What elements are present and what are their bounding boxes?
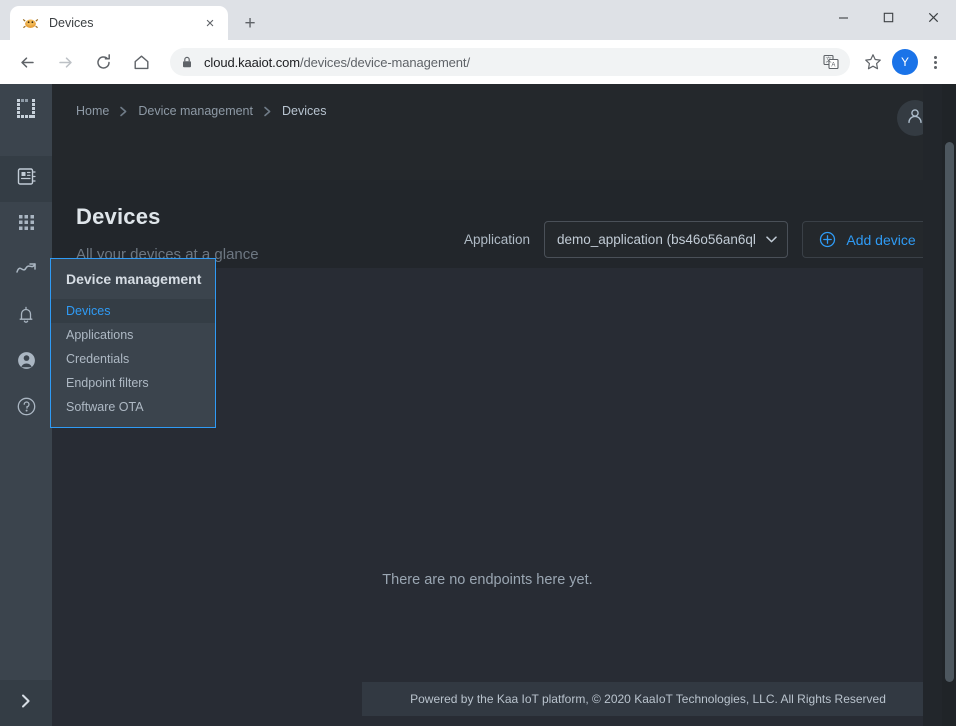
star-icon[interactable] bbox=[860, 49, 886, 75]
app-header: Home Device management Devices bbox=[52, 84, 956, 180]
minimize-button[interactable] bbox=[821, 0, 866, 34]
sidebar-item-analytics[interactable] bbox=[0, 248, 52, 294]
address-bar[interactable]: cloud.kaaiot.com/devices/device-manageme… bbox=[170, 48, 850, 76]
person-icon bbox=[905, 106, 925, 131]
footer-bar: Powered by the Kaa IoT platform, © 2020 … bbox=[362, 682, 934, 716]
question-circle-icon bbox=[16, 396, 37, 422]
chevron-right-icon bbox=[119, 106, 128, 117]
kaa-bracket-logo[interactable] bbox=[0, 86, 52, 132]
tab-strip: Devices × + bbox=[0, 0, 956, 40]
new-tab-button[interactable]: + bbox=[236, 9, 264, 37]
breadcrumb-item-devices[interactable]: Devices bbox=[282, 104, 326, 118]
sidebar-item-account[interactable] bbox=[0, 340, 52, 386]
omnibox-actions: 文A bbox=[816, 49, 844, 75]
sidebar-items bbox=[0, 156, 52, 432]
flyout-item-credentials[interactable]: Credentials bbox=[51, 347, 215, 371]
sidebar-item-device-management[interactable] bbox=[0, 156, 52, 202]
tab-close-icon[interactable]: × bbox=[200, 13, 220, 33]
footer-text: Powered by the Kaa IoT platform, © 2020 … bbox=[410, 692, 886, 706]
chevron-right-icon bbox=[19, 693, 33, 714]
window-controls bbox=[821, 0, 956, 34]
lock-icon bbox=[180, 55, 194, 69]
sidebar-item-help[interactable] bbox=[0, 386, 52, 432]
sidebar-rail bbox=[0, 84, 52, 726]
device-management-flyout: Device management Devices Applications C… bbox=[50, 258, 216, 428]
reload-button[interactable] bbox=[88, 47, 118, 77]
add-device-button[interactable]: Add device bbox=[802, 221, 933, 258]
close-window-button[interactable] bbox=[911, 0, 956, 34]
kaa-bug-favicon bbox=[22, 15, 39, 32]
svg-text:A: A bbox=[831, 63, 835, 69]
chevron-right-icon bbox=[263, 106, 272, 117]
user-circle-icon bbox=[16, 350, 37, 376]
browser-toolbar: cloud.kaaiot.com/devices/device-manageme… bbox=[0, 40, 956, 84]
chevron-down-icon bbox=[766, 235, 777, 245]
flyout-title: Device management bbox=[66, 271, 202, 287]
flyout-item-software-ota[interactable]: Software OTA bbox=[51, 395, 215, 419]
application-selector-group: Application demo_application (bs46o56an6… bbox=[464, 221, 933, 258]
url-domain: cloud.kaaiot.com bbox=[204, 54, 300, 70]
flyout-item-endpoint-filters[interactable]: Endpoint filters bbox=[51, 371, 215, 395]
sidebar-expand-button[interactable] bbox=[0, 680, 52, 726]
add-device-label: Add device bbox=[846, 231, 916, 248]
flyout-item-devices[interactable]: Devices bbox=[51, 299, 215, 323]
empty-state-message: There are no endpoints here yet. bbox=[382, 572, 593, 588]
browser-tab-devices[interactable]: Devices × bbox=[10, 6, 228, 40]
application-select-value: demo_application (bs46o56an6ql bbox=[557, 232, 756, 247]
page-viewport: Home Device management Devices Devices A… bbox=[0, 84, 956, 726]
scrollbar-gutter bbox=[923, 84, 942, 726]
chart-line-icon bbox=[15, 258, 37, 285]
page-title: Devices bbox=[76, 204, 161, 229]
sidebar-item-alerts[interactable] bbox=[0, 294, 52, 340]
url-text: cloud.kaaiot.com/devices/device-manageme… bbox=[204, 55, 470, 70]
bell-icon bbox=[16, 305, 36, 330]
breadcrumb: Home Device management Devices bbox=[76, 104, 326, 118]
profile-avatar[interactable]: Y bbox=[892, 49, 918, 75]
browser-tab-title: Devices bbox=[49, 16, 94, 30]
forward-button[interactable] bbox=[50, 47, 80, 77]
browser-window: Devices × + cloud.kaaiot.com/devices/dev… bbox=[0, 0, 956, 726]
scrollbar-thumb[interactable] bbox=[945, 142, 954, 682]
application-select[interactable]: demo_application (bs46o56an6ql bbox=[544, 221, 788, 258]
plus-circle-icon bbox=[819, 231, 836, 248]
back-button[interactable] bbox=[12, 47, 42, 77]
url-path: /devices/device-management/ bbox=[299, 54, 470, 70]
device-board-icon bbox=[16, 166, 37, 192]
flyout-item-applications[interactable]: Applications bbox=[51, 323, 215, 347]
breadcrumb-item-home[interactable]: Home bbox=[76, 104, 109, 118]
kebab-menu-icon[interactable] bbox=[922, 49, 948, 75]
application-label: Application bbox=[463, 232, 530, 247]
grid-apps-icon bbox=[17, 213, 36, 237]
home-button[interactable] bbox=[126, 47, 156, 77]
sidebar-item-solutions[interactable] bbox=[0, 202, 52, 248]
translate-icon[interactable]: 文A bbox=[818, 49, 844, 75]
maximize-button[interactable] bbox=[866, 0, 911, 34]
breadcrumb-item-device-management[interactable]: Device management bbox=[138, 104, 253, 118]
page-scrollbar[interactable] bbox=[942, 84, 956, 726]
